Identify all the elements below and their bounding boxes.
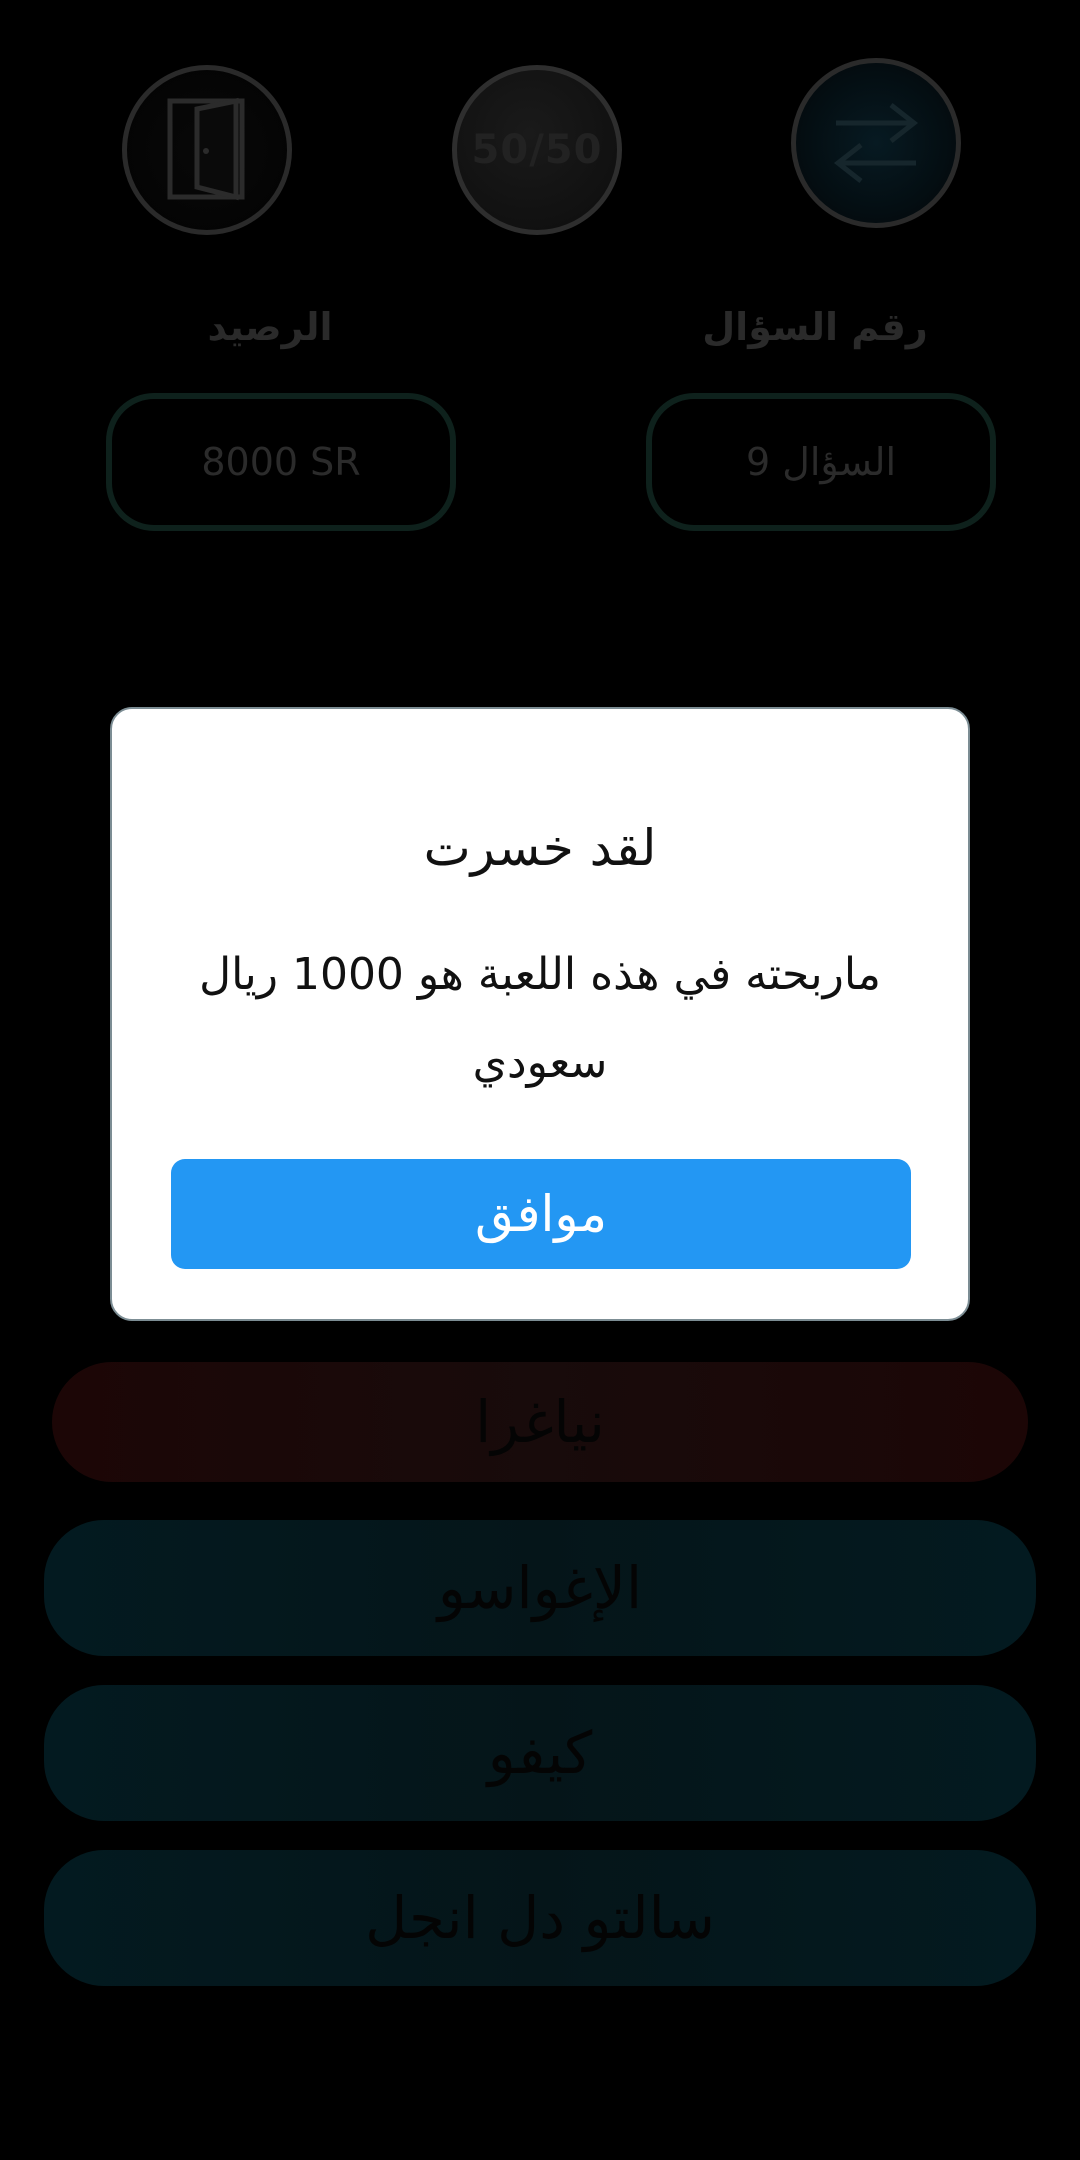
dialog-message: ماربحته في هذه اللعبة هو 1000 ريال سعودي: [199, 949, 881, 1088]
question-number-box: السؤال 9: [646, 393, 996, 531]
question-number-label: رقم السؤال: [702, 305, 928, 349]
answer-label: كيفو: [487, 1719, 593, 1787]
fifty-fifty-label: 50/50: [471, 127, 603, 173]
balance-value: 8000 SR: [201, 440, 361, 484]
question-number-value: السؤال 9: [745, 440, 897, 484]
dialog-title: لقد خسرت: [423, 819, 657, 877]
fifty-fifty-lifeline-button[interactable]: 50/50: [452, 65, 622, 235]
answer-option-1[interactable]: نياغرا: [52, 1362, 1028, 1482]
balance-label: الرصيد: [207, 305, 333, 349]
game-over-dialog: لقد خسرت ماربحته في هذه اللعبة هو 1000 ر…: [110, 707, 970, 1321]
switch-question-lifeline-button[interactable]: [791, 58, 961, 228]
exit-lifeline-button[interactable]: [122, 65, 292, 235]
balance-box: 8000 SR: [106, 393, 456, 531]
door-exit-icon: [167, 97, 245, 201]
answer-option-2[interactable]: الإغواسو: [44, 1520, 1036, 1656]
ok-button[interactable]: موافق: [171, 1159, 911, 1269]
answer-option-3[interactable]: كيفو: [44, 1685, 1036, 1821]
answer-label: نياغرا: [475, 1388, 605, 1456]
answer-option-4[interactable]: سالتو دل انجل: [44, 1850, 1036, 1986]
answer-label: سالتو دل انجل: [365, 1884, 715, 1952]
answer-label: الإغواسو: [437, 1554, 643, 1622]
swap-arrows-icon: [833, 103, 919, 183]
